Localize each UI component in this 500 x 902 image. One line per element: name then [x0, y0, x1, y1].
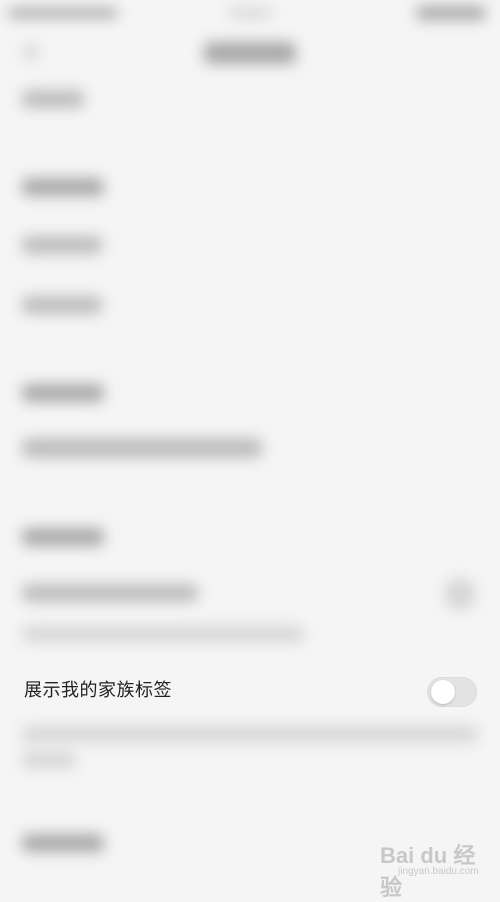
blurred-description: [22, 726, 478, 742]
page-title: [204, 42, 296, 64]
blurred-description: [22, 752, 76, 768]
watermark-url: jingyan.baidu.com: [398, 866, 479, 877]
baidu-jingyan-watermark: Bai du 经验 jingyan.baidu.com: [380, 832, 495, 900]
blurred-toggle[interactable]: [444, 578, 476, 610]
blurred-row[interactable]: [22, 296, 102, 314]
toggle-knob: [431, 680, 455, 704]
blurred-row[interactable]: [22, 438, 262, 458]
blurred-row[interactable]: [22, 584, 198, 602]
blurred-row[interactable]: [22, 90, 84, 108]
family-tag-toggle[interactable]: [427, 677, 477, 707]
status-bar-time: [228, 8, 272, 18]
status-bar-left: [8, 8, 118, 18]
blurred-description: [22, 626, 304, 642]
blurred-section-header: [22, 528, 104, 546]
blurred-section-header: [22, 834, 104, 852]
status-bar-right: [416, 6, 486, 20]
blurred-section-header: [22, 384, 104, 402]
blurred-content: [0, 0, 500, 889]
blurred-section-header: [22, 178, 104, 196]
back-icon[interactable]: [24, 44, 38, 60]
setting-label: 展示我的家族标签: [24, 680, 172, 701]
blurred-row[interactable]: [22, 236, 102, 254]
family-tag-setting-row: 展示我的家族标签: [0, 664, 500, 720]
